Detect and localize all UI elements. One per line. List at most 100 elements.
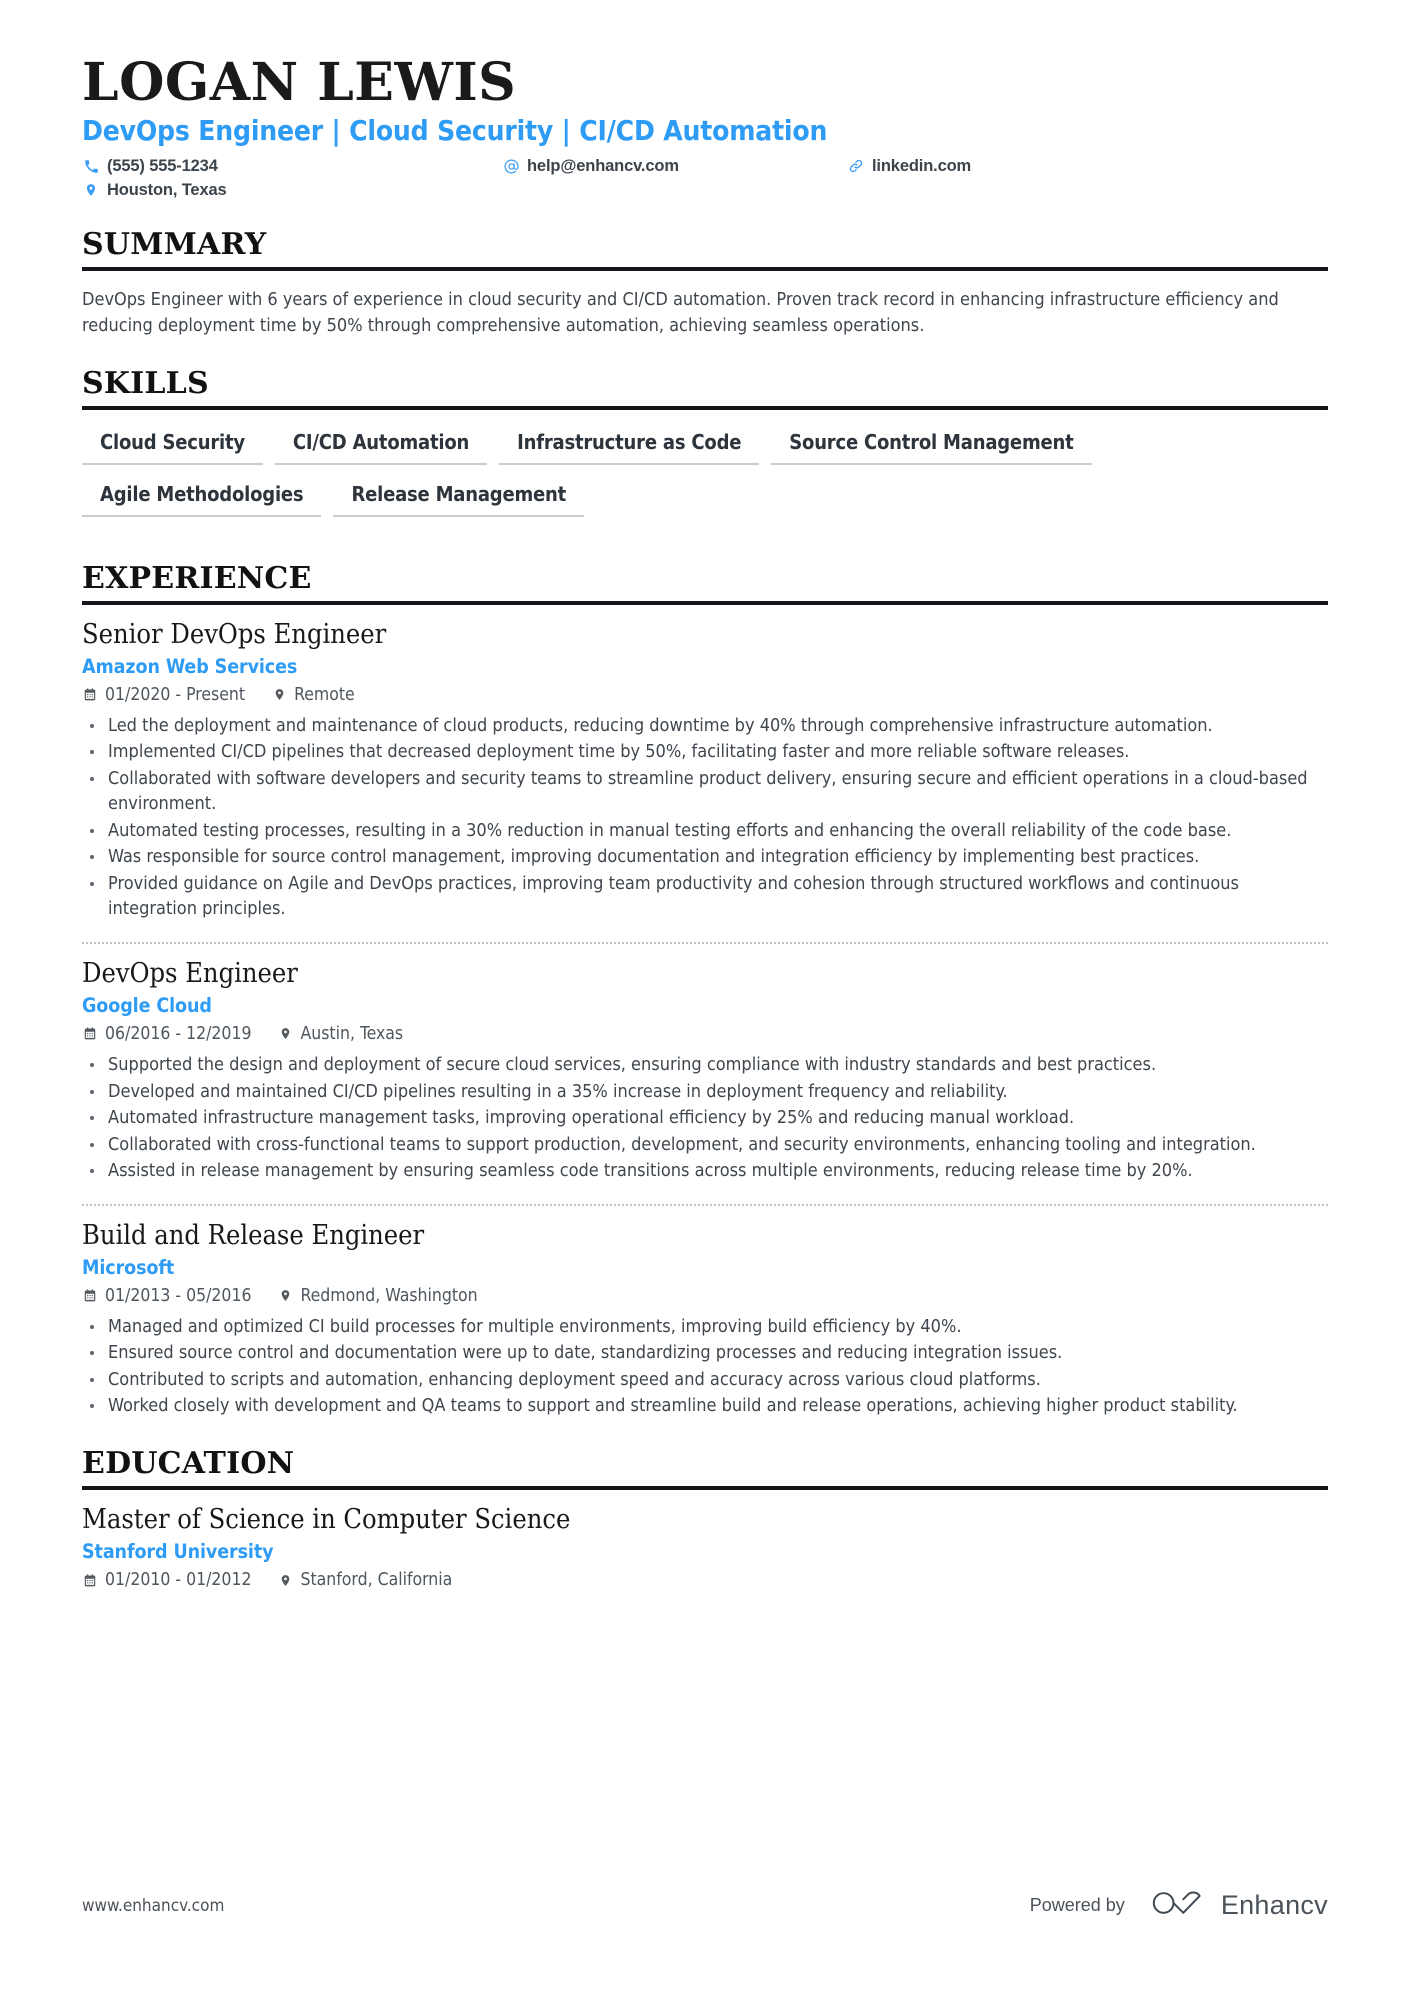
entry-dates: 06/2016 - 12/2019 bbox=[82, 1024, 251, 1044]
calendar-icon bbox=[82, 687, 98, 702]
enhancv-logo-icon bbox=[1151, 1888, 1209, 1923]
bullet-item: Led the deployment and maintenance of cl… bbox=[82, 713, 1328, 739]
entry-dates-value: 01/2020 - Present bbox=[105, 684, 246, 705]
entry-title: Build and Release Engineer bbox=[82, 1219, 425, 1251]
contact-row-1: (555) 555-1234 help@enhancv.com linkedin… bbox=[82, 157, 1328, 176]
candidate-name: LOGAN LEWIS bbox=[82, 52, 517, 113]
section-summary: SUMMARY DevOps Engineer with 6 years of … bbox=[82, 226, 1328, 339]
entry-bullets: Supported the design and deployment of s… bbox=[82, 1052, 1328, 1184]
link-icon bbox=[847, 158, 865, 174]
skill-tag: Agile Methodologies bbox=[82, 482, 322, 517]
entry-location-value: Remote bbox=[294, 684, 355, 705]
entry-location-value: Stanford, California bbox=[300, 1570, 453, 1590]
resume-header: LOGAN LEWIS DevOps Engineer | Cloud Secu… bbox=[82, 55, 1328, 200]
entry-title: Master of Science in Computer Science bbox=[82, 1503, 571, 1535]
map-pin-icon bbox=[271, 687, 287, 702]
bullet-item: Supported the design and deployment of s… bbox=[82, 1052, 1328, 1078]
entry-dates: 01/2013 - 05/2016 bbox=[82, 1286, 251, 1306]
bullet-item: Assisted in release management by ensuri… bbox=[82, 1158, 1328, 1184]
entry-title: Senior DevOps Engineer bbox=[82, 618, 387, 650]
section-title-summary: SUMMARY bbox=[82, 226, 267, 262]
enhancv-brand: Enhancv bbox=[1151, 1888, 1328, 1923]
resume-entry: Senior DevOps Engineer Amazon Web Service… bbox=[82, 605, 1328, 922]
entry-dates: 01/2010 - 01/2012 bbox=[82, 1570, 251, 1590]
contact-info: (555) 555-1234 help@enhancv.com linkedin… bbox=[82, 157, 1328, 200]
calendar-icon bbox=[82, 1026, 98, 1041]
contact-website-value: linkedin.com bbox=[872, 156, 972, 175]
entry-location: Redmond, Washington bbox=[277, 1285, 478, 1306]
contact-location-value: Houston, Texas bbox=[107, 180, 227, 199]
entry-location-value: Austin, Texas bbox=[300, 1023, 404, 1044]
experience-entries: Senior DevOps Engineer Amazon Web Service… bbox=[82, 605, 1328, 1419]
entry-dates-value: 01/2010 - 01/2012 bbox=[105, 1570, 252, 1590]
contact-website[interactable]: linkedin.com bbox=[847, 157, 1147, 176]
map-pin-icon bbox=[277, 1288, 293, 1303]
resume-entry: Master of Science in Computer Science Sta… bbox=[82, 1490, 1328, 1590]
contact-phone-value: (555) 555-1234 bbox=[107, 156, 218, 175]
bullet-item: Contributed to scripts and automation, e… bbox=[82, 1367, 1328, 1393]
skill-tag: Infrastructure as Code bbox=[499, 430, 760, 465]
section-rule bbox=[82, 405, 1328, 410]
section-experience: EXPERIENCE Senior DevOps Engineer Amazon … bbox=[82, 560, 1328, 1419]
skill-tag: Source Control Management bbox=[771, 430, 1092, 465]
footer-branding: Powered by Enhancv bbox=[1030, 1888, 1328, 1923]
section-title-education: EDUCATION bbox=[82, 1445, 295, 1481]
contact-location: Houston, Texas bbox=[82, 181, 502, 200]
bullet-item: Implemented CI/CD pipelines that decreas… bbox=[82, 739, 1328, 765]
education-entries: Master of Science in Computer Science Sta… bbox=[82, 1490, 1328, 1590]
resume-entry: Build and Release Engineer Microsoft 01/20… bbox=[82, 1206, 1328, 1419]
entry-organization: Amazon Web Services bbox=[82, 654, 298, 678]
calendar-icon bbox=[82, 1573, 98, 1588]
skill-tag: CI/CD Automation bbox=[274, 430, 488, 465]
bullet-item: Collaborated with cross-functional teams… bbox=[82, 1132, 1328, 1158]
entry-title: DevOps Engineer bbox=[82, 957, 298, 989]
skill-tag: Cloud Security bbox=[82, 430, 263, 465]
entry-meta: 01/2010 - 01/2012 Stanford, California bbox=[82, 1570, 1328, 1590]
entry-location-value: Redmond, Washington bbox=[300, 1285, 478, 1306]
section-rule bbox=[82, 266, 1328, 271]
section-title-skills: SKILLS bbox=[82, 365, 209, 401]
entry-bullets: Led the deployment and maintenance of cl… bbox=[82, 713, 1328, 922]
contact-email-value: help@enhancv.com bbox=[527, 156, 679, 175]
bullet-item: Worked closely with development and QA t… bbox=[82, 1393, 1328, 1419]
entry-dates: 01/2020 - Present bbox=[82, 685, 245, 705]
entry-meta: 01/2013 - 05/2016 Redmond, Washington bbox=[82, 1286, 1328, 1306]
entry-bullets: Managed and optimized CI build processes… bbox=[82, 1314, 1328, 1419]
entry-organization: Stanford University bbox=[82, 1540, 274, 1563]
bullet-item: Automated testing processes, resulting i… bbox=[82, 818, 1328, 844]
entry-dates-value: 01/2013 - 05/2016 bbox=[105, 1285, 252, 1306]
map-pin-icon bbox=[277, 1026, 293, 1041]
summary-text: DevOps Engineer with 6 years of experien… bbox=[82, 288, 1279, 336]
at-sign-icon bbox=[502, 158, 520, 175]
contact-email[interactable]: help@enhancv.com bbox=[502, 157, 847, 176]
page-footer: www.enhancv.com Powered by Enhancv bbox=[82, 1888, 1328, 1923]
entry-location: Remote bbox=[271, 685, 355, 705]
section-education: EDUCATION Master of Science in Computer … bbox=[82, 1445, 1328, 1590]
phone-icon bbox=[82, 159, 100, 174]
enhancv-brand-name: Enhancv bbox=[1220, 1890, 1328, 1920]
resume-entry: DevOps Engineer Google Cloud 06/2016 - 12/… bbox=[82, 944, 1328, 1184]
calendar-icon bbox=[82, 1288, 98, 1303]
map-pin-icon bbox=[277, 1573, 293, 1588]
entry-location: Stanford, California bbox=[277, 1570, 452, 1590]
section-title-experience: EXPERIENCE bbox=[82, 560, 312, 596]
bullet-item: Collaborated with software developers an… bbox=[82, 766, 1328, 817]
skills-list: Cloud Security CI/CD Automation Infrastruc… bbox=[82, 430, 1327, 534]
entry-meta: 06/2016 - 12/2019 Austin, Texas bbox=[82, 1024, 1328, 1044]
entry-organization: Microsoft bbox=[82, 1255, 175, 1279]
contact-row-2: Houston, Texas bbox=[82, 181, 1328, 200]
bullet-item: Developed and maintained CI/CD pipelines… bbox=[82, 1079, 1328, 1105]
bullet-item: Automated infrastructure management task… bbox=[82, 1105, 1328, 1131]
entry-meta: 01/2020 - Present Remote bbox=[82, 685, 1328, 705]
footer-url[interactable]: www.enhancv.com bbox=[82, 1896, 224, 1916]
contact-phone[interactable]: (555) 555-1234 bbox=[82, 157, 502, 176]
entry-dates-value: 06/2016 - 12/2019 bbox=[105, 1023, 252, 1044]
resume-page: LOGAN LEWIS DevOps Engineer | Cloud Secu… bbox=[0, 0, 1410, 1995]
bullet-item: Ensured source control and documentation… bbox=[82, 1340, 1328, 1366]
bullet-item: Was responsible for source control manag… bbox=[82, 844, 1328, 870]
candidate-headline: DevOps Engineer | Cloud Security | CI/CD… bbox=[82, 114, 828, 148]
entry-location: Austin, Texas bbox=[277, 1024, 403, 1044]
entry-organization: Google Cloud bbox=[82, 993, 212, 1017]
bullet-item: Provided guidance on Agile and DevOps pr… bbox=[82, 871, 1328, 922]
skill-tag: Release Management bbox=[333, 482, 585, 517]
